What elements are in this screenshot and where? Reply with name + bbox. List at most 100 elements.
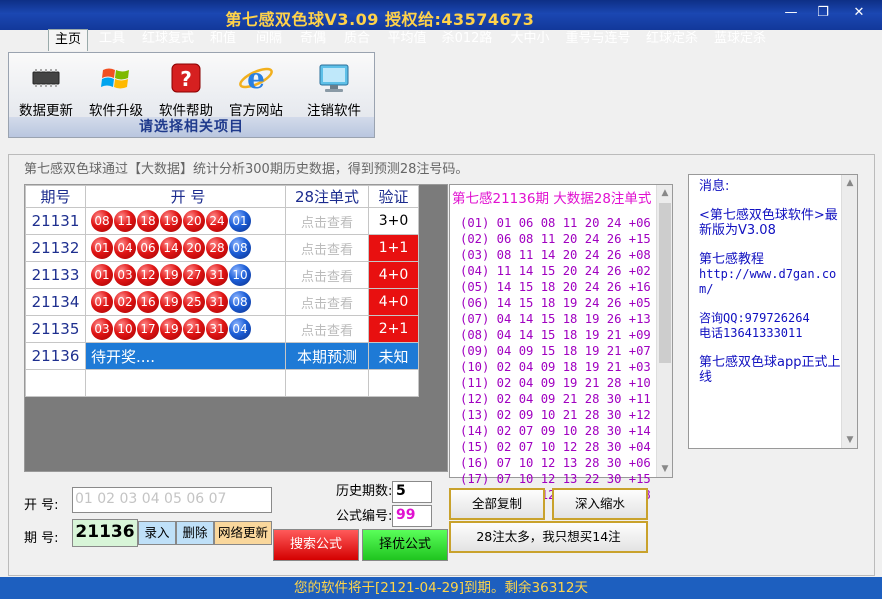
open-label: 开 号: <box>24 498 59 513</box>
windows-flag-icon <box>98 61 134 95</box>
red-ball: 20 <box>183 237 205 259</box>
tab-repeat-consecutive[interactable]: 重号与连号 <box>562 29 634 51</box>
website-link[interactable]: http://www.d7gan.com/ <box>699 267 841 297</box>
draw-cell: 01 04 06 14 20 28 08 <box>85 234 286 262</box>
prediction-line: (01) 01 06 08 11 20 24 +06 <box>460 216 651 230</box>
table-row: 21133 01 03 12 19 27 31 10 点击查看 4+0 <box>25 261 419 289</box>
scroll-down-icon[interactable]: ▼ <box>657 461 673 477</box>
tab-odd-even[interactable]: 奇偶 <box>294 29 332 51</box>
prediction-scrollbar[interactable]: ▲ ▼ <box>656 185 672 477</box>
status-bar: 您的软件将于[2121-04-29]到期。剩余36312天 <box>0 577 882 599</box>
close-icon[interactable]: ✕ <box>848 4 870 22</box>
blue-ball: 04 <box>229 318 251 340</box>
message-text: 消息: <第七感双色球软件>最新版为V3.08 第七感教程 http://www… <box>699 179 841 399</box>
results-grid: 期号 开 号 28注单式 验证 21131 08 11 18 19 20 24 01 点击查看 3… <box>24 184 448 472</box>
ribbon-panel: 数据更新 软件升级 ? 软件帮助 e 官方网站 注销软件 请选择相关项目 <box>8 52 375 138</box>
scroll-up-icon[interactable]: ▲ <box>842 175 858 191</box>
tab-kill-012[interactable]: 杀012路 <box>438 29 496 51</box>
view-link[interactable]: 点击查看 <box>285 207 369 235</box>
period-input[interactable]: 21136 <box>72 519 138 547</box>
prediction-line: (09) 04 09 15 18 19 21 +07 <box>460 344 651 358</box>
tab-red-kill[interactable]: 红球定杀 <box>642 29 702 51</box>
software-upgrade-button[interactable]: 软件升级 <box>81 61 151 119</box>
blue-ball: 01 <box>229 210 251 232</box>
open-number-input[interactable]: 01 02 03 04 05 06 07 <box>72 487 272 513</box>
view-link[interactable]: 点击查看 <box>285 234 369 262</box>
period-cell: 21132 <box>25 234 86 262</box>
logout-button[interactable]: 注销软件 <box>299 61 369 119</box>
tab-home[interactable]: 主页 <box>48 29 88 51</box>
tab-average[interactable]: 平均值 <box>382 29 432 51</box>
red-ball: 18 <box>137 210 159 232</box>
predict-link[interactable]: 本期预测 <box>285 342 369 370</box>
tab-blue-kill[interactable]: 蓝球定杀 <box>710 29 770 51</box>
select-formula-button[interactable]: 择优公式 <box>362 529 448 561</box>
prediction-line: (06) 14 15 18 19 24 26 +05 <box>460 296 651 310</box>
red-ball: 01 <box>91 264 113 286</box>
red-ball: 27 <box>183 264 205 286</box>
red-ball: 03 <box>114 264 136 286</box>
view-link[interactable]: 点击查看 <box>285 288 369 316</box>
red-ball: 16 <box>137 291 159 313</box>
message-panel: 消息: <第七感双色球软件>最新版为V3.08 第七感教程 http://www… <box>688 174 858 449</box>
prediction-line: (03) 08 11 14 20 24 26 +08 <box>460 248 651 262</box>
message-line: 第七感教程 <box>699 252 765 267</box>
header-verify: 验证 <box>368 185 419 208</box>
verify-cell: 未知 <box>368 342 419 370</box>
red-ball: 06 <box>137 237 159 259</box>
tab-red-complex[interactable]: 红球复式 <box>138 29 198 51</box>
empty-cell <box>368 369 419 397</box>
draw-cell: 01 03 12 19 27 31 10 <box>85 261 286 289</box>
prediction-list: (01) 01 06 08 11 20 24 +06 (02) 06 08 11 … <box>460 215 660 503</box>
prediction-title: 第七感21136期 大数据28注单式 <box>452 191 652 207</box>
red-ball: 02 <box>114 291 136 313</box>
copy-all-button[interactable]: 全部复制 <box>449 488 545 520</box>
network-update-button[interactable]: 网络更新 <box>214 521 272 545</box>
scroll-up-icon[interactable]: ▲ <box>657 185 673 201</box>
tab-interval[interactable]: 间隔 <box>250 29 288 51</box>
data-update-button[interactable]: 数据更新 <box>11 61 81 119</box>
minimize-icon[interactable]: — <box>780 4 802 22</box>
tab-tools[interactable]: 工具 <box>94 29 130 51</box>
tab-prime-composite[interactable]: 质合 <box>338 29 376 51</box>
red-ball: 11 <box>114 210 136 232</box>
search-formula-button[interactable]: 搜索公式 <box>273 529 359 561</box>
header-single: 28注单式 <box>285 185 369 208</box>
prediction-line: (05) 14 15 18 20 24 26 +16 <box>460 280 651 294</box>
red-ball: 28 <box>206 237 228 259</box>
table-row-pending: 21136 待开奖.... 本期预测 未知 <box>25 342 419 370</box>
scroll-thumb[interactable] <box>659 203 671 363</box>
delete-button[interactable]: 删除 <box>176 521 214 545</box>
prediction-line: (08) 04 14 15 18 19 21 +09 <box>460 328 651 342</box>
history-count-input[interactable]: 5 <box>392 481 432 503</box>
deep-shrink-button[interactable]: 深入缩水 <box>552 488 648 520</box>
message-line: 电话13641333011 <box>699 326 803 340</box>
table-header-row: 期号 开 号 28注单式 验证 <box>25 185 419 208</box>
view-link[interactable]: 点击查看 <box>285 261 369 289</box>
scroll-down-icon[interactable]: ▼ <box>842 432 858 448</box>
header-period: 期号 <box>25 185 86 208</box>
view-link[interactable]: 点击查看 <box>285 315 369 343</box>
blue-ball: 10 <box>229 264 251 286</box>
red-ball: 08 <box>91 210 113 232</box>
red-ball: 01 <box>91 237 113 259</box>
svg-text:e: e <box>247 62 265 95</box>
message-scrollbar[interactable]: ▲ ▼ <box>841 175 857 448</box>
tab-sum[interactable]: 和值 <box>204 29 242 51</box>
enter-button[interactable]: 录入 <box>138 521 176 545</box>
message-line: <第七感双色球软件>最新版为V3.08 <box>699 208 838 238</box>
formula-number-input[interactable]: 99 <box>392 505 432 527</box>
red-ball: 03 <box>91 318 113 340</box>
pick-14-button[interactable]: 28注太多，我只想买14注 <box>449 521 648 553</box>
ie-icon: e <box>238 61 274 95</box>
menu-tabs: 主页 工具 红球复式 和值 间隔 奇偶 质合 平均值 杀012路 大中小 重号与… <box>0 27 882 51</box>
red-ball: 17 <box>137 318 159 340</box>
tab-size[interactable]: 大中小 <box>504 29 556 51</box>
period-cell: 21133 <box>25 261 86 289</box>
table-row: 21135 03 10 17 19 21 31 04 点击查看 2+1 <box>25 315 419 343</box>
official-site-button[interactable]: e 官方网站 <box>221 61 291 119</box>
period-label: 期 号: <box>24 531 59 546</box>
red-ball: 24 <box>206 210 228 232</box>
software-help-button[interactable]: ? 软件帮助 <box>151 61 221 119</box>
maximize-icon[interactable]: ❐ <box>812 4 834 22</box>
